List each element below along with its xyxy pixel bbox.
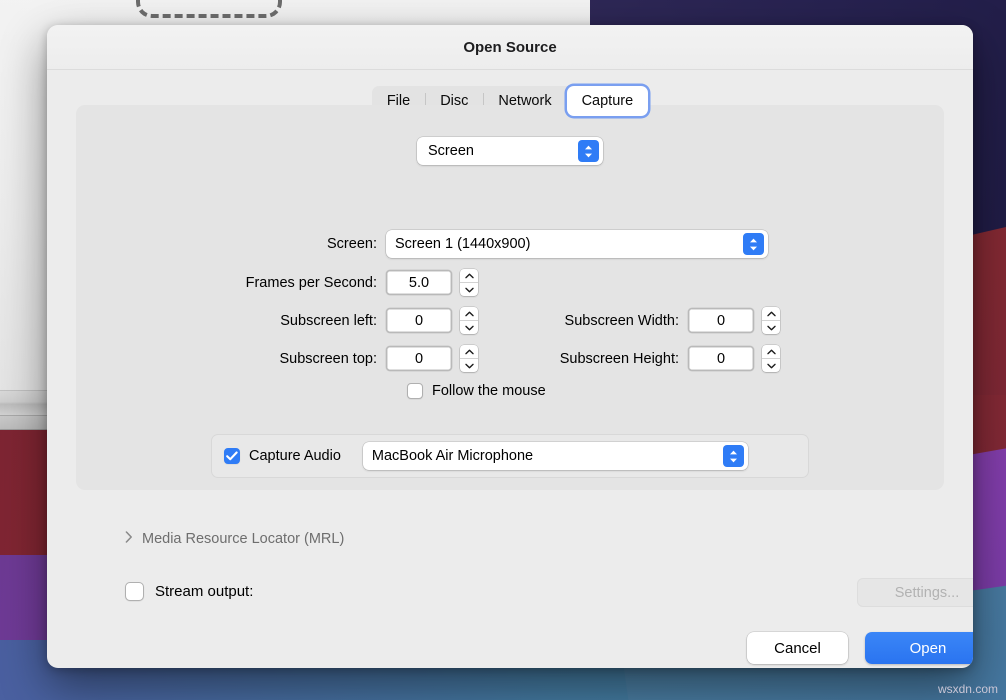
subscreen-height-stepper[interactable] [762,345,780,372]
audio-device-popup[interactable]: MacBook Air Microphone [363,442,748,470]
stepper-down-icon[interactable] [460,359,478,372]
chevron-right-icon[interactable] [125,530,133,548]
subscreen-left-input[interactable]: 0 [386,308,452,333]
stream-output-label: Stream output: [155,583,253,600]
stepper-down-icon[interactable] [762,359,780,372]
subscreen-height-label: Subscreen Height: [488,351,688,367]
subscreen-width-stepper[interactable] [762,307,780,334]
settings-button-label: Settings... [895,585,959,601]
desktop: Open Source File Disc Network Capture [0,0,1006,700]
capture-audio-checkbox[interactable] [224,448,240,464]
open-button-label: Open [910,640,947,657]
capture-panel: Screen Screen: Screen 1 (1440x900) [76,105,944,490]
stepper-up-icon[interactable] [460,269,478,283]
subscreen-height-input[interactable]: 0 [688,346,754,371]
subscreen-width-label: Subscreen Width: [488,313,688,329]
audio-device-value: MacBook Air Microphone [372,448,533,464]
stepper-down-icon[interactable] [460,321,478,334]
stepper-down-icon[interactable] [762,321,780,334]
stream-output-checkbox[interactable] [125,582,144,601]
fps-input[interactable]: 5.0 [386,270,452,295]
subscreen-width-value: 0 [717,313,725,329]
capture-form: Screen: Screen 1 (1440x900) Frames per [76,230,944,399]
stepper-down-icon[interactable] [460,283,478,296]
mrl-disclosure[interactable]: Media Resource Locator (MRL) [125,530,344,548]
dialog-titlebar: Open Source [47,25,973,70]
capture-kind-row: Screen [76,137,944,165]
open-source-dialog: Open Source File Disc Network Capture [47,25,973,668]
tab-capture[interactable]: Capture [567,86,649,116]
follow-mouse-row[interactable]: Follow the mouse [407,383,944,399]
drop-zone-outline [136,0,282,18]
tab-capture-label: Capture [582,93,634,109]
follow-mouse-label: Follow the mouse [432,383,546,399]
dialog-title: Open Source [463,39,556,56]
subscreen-width-input[interactable]: 0 [688,308,754,333]
cancel-button[interactable]: Cancel [747,632,848,664]
stream-output-row[interactable]: Stream output: [125,582,253,601]
follow-mouse-checkbox[interactable] [407,383,423,399]
subscreen-height-value: 0 [717,351,725,367]
screen-popup-value: Screen 1 (1440x900) [395,236,530,252]
cancel-button-label: Cancel [774,640,821,657]
subscreen-top-label: Subscreen top: [76,351,386,367]
chevron-updown-icon [743,233,764,255]
fps-stepper[interactable] [460,269,478,296]
subscreen-top-stepper[interactable] [460,345,478,372]
fps-label: Frames per Second: [76,275,386,291]
subscreen-top-input[interactable]: 0 [386,346,452,371]
subscreen-top-value: 0 [415,351,423,367]
subscreen-left-stepper[interactable] [460,307,478,334]
subscreen-left-label: Subscreen left: [76,313,386,329]
subscreen-left-value: 0 [415,313,423,329]
stepper-up-icon[interactable] [762,345,780,359]
fps-value: 5.0 [409,275,429,291]
open-button[interactable]: Open [865,632,973,664]
row-screen: Screen: Screen 1 (1440x900) [76,230,944,258]
watermark: wsxdn.com [938,682,998,696]
settings-button[interactable]: Settings... [857,578,973,607]
capture-kind-value: Screen [428,143,474,159]
stepper-up-icon[interactable] [460,345,478,359]
screen-label: Screen: [76,236,386,252]
row-subscreen-top-height: Subscreen top: 0 Subscreen Height: [76,345,944,372]
row-subscreen-left-width: Subscreen left: 0 Subscreen Width: [76,307,944,334]
mrl-label: Media Resource Locator (MRL) [142,531,344,547]
chevron-updown-icon [578,140,599,162]
capture-audio-group: Capture Audio MacBook Air Microphone [211,434,809,478]
stepper-up-icon[interactable] [762,307,780,321]
screen-popup[interactable]: Screen 1 (1440x900) [386,230,768,258]
row-fps: Frames per Second: 5.0 [76,269,944,296]
stepper-up-icon[interactable] [460,307,478,321]
capture-audio-label: Capture Audio [249,448,341,464]
capture-kind-popup[interactable]: Screen [417,137,603,165]
chevron-updown-icon [723,445,744,467]
